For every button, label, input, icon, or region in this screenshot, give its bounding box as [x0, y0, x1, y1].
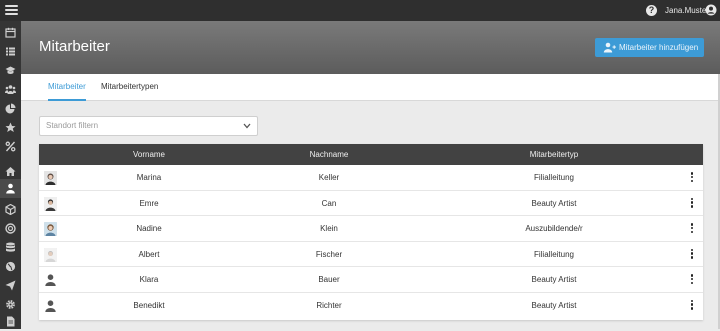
- sidebar-item-database[interactable]: [0, 238, 21, 257]
- add-user-icon: [603, 42, 616, 53]
- sidebar-item-calendar[interactable]: [0, 23, 21, 42]
- group-icon: [5, 85, 16, 94]
- sidebar-item-list[interactable]: [0, 42, 21, 61]
- employee-photo: [44, 222, 57, 236]
- table-row[interactable]: Benedikt Richter Beauty Artist: [39, 293, 703, 319]
- table-row[interactable]: Klara Bauer Beauty Artist: [39, 267, 703, 293]
- tab-bar: Mitarbeiter Mitarbeitertypen: [21, 74, 718, 101]
- database-icon: [6, 242, 15, 252]
- employee-type-cell: Filialleitung: [533, 249, 575, 259]
- cog-icon: [6, 300, 15, 309]
- tab-employees[interactable]: Mitarbeiter: [48, 74, 86, 101]
- globe-icon: [5, 261, 16, 272]
- location-filter-placeholder: Standort filtern: [46, 121, 99, 130]
- employee-type-cell: Filialleitung: [533, 173, 575, 182]
- location-filter-select[interactable]: Standort filtern: [39, 116, 258, 136]
- last-name-cell: Bauer: [318, 275, 340, 284]
- first-name-cell: Marina: [136, 173, 162, 182]
- employee-photo: [44, 171, 57, 185]
- first-name-cell: Klara: [139, 275, 159, 284]
- graduation-cap-icon: [5, 66, 16, 74]
- table-header: Vorname Nachname Mitarbeitertyp: [39, 144, 703, 165]
- last-name-cell: Can: [321, 198, 337, 208]
- sidebar-item-products[interactable]: [0, 200, 21, 219]
- sidebar-item-support[interactable]: [0, 219, 21, 238]
- first-name-cell: Nadine: [136, 224, 162, 233]
- sidebar-item-employees[interactable]: [0, 179, 21, 198]
- chevron-down-icon: [243, 123, 251, 129]
- sidebar-item-documents[interactable]: [0, 312, 21, 331]
- employee-type-cell: Beauty Artist: [531, 198, 577, 208]
- sidebar-item-discounts[interactable]: [0, 137, 21, 156]
- home-icon: [5, 167, 16, 176]
- sidebar: [0, 21, 21, 329]
- user-account-icon[interactable]: [705, 4, 717, 16]
- user-placeholder-icon: [45, 274, 56, 286]
- row-actions-menu-icon[interactable]: [690, 172, 694, 183]
- tab-employee-types[interactable]: Mitarbeitertypen: [101, 74, 158, 101]
- add-employee-label: Mitarbeiter hinzufügen: [619, 43, 699, 52]
- employee-type-cell: Beauty Artist: [531, 275, 577, 284]
- column-header-employee-type[interactable]: Mitarbeitertyp: [504, 144, 604, 165]
- first-name-cell: Emre: [139, 198, 159, 208]
- column-header-first-name[interactable]: Vorname: [99, 144, 199, 165]
- star-icon: [5, 122, 16, 132]
- last-name-cell: Fischer: [315, 249, 343, 259]
- sidebar-item-statistics[interactable]: [0, 99, 21, 118]
- user-placeholder-icon: [45, 299, 56, 312]
- row-actions-menu-icon[interactable]: [690, 223, 694, 234]
- employee-type-cell: Beauty Artist: [531, 300, 577, 310]
- sidebar-item-web[interactable]: [0, 257, 21, 276]
- employee-photo: [44, 196, 57, 211]
- sidebar-item-education[interactable]: [0, 61, 21, 80]
- employees-table: Vorname Nachname Mitarbeitertyp Marina K…: [39, 144, 703, 320]
- table-row[interactable]: Marina Keller Filialleitung: [39, 165, 703, 191]
- user-name[interactable]: Jana.Muster: [665, 5, 709, 16]
- percent-icon: [5, 141, 16, 152]
- sidebar-item-groups[interactable]: [0, 80, 21, 99]
- hamburger-menu-icon[interactable]: [5, 5, 18, 15]
- send-icon: [5, 280, 16, 291]
- last-name-cell: Richter: [316, 300, 342, 310]
- table-row[interactable]: Nadine Klein Auszubildende/r: [39, 216, 703, 242]
- row-actions-menu-icon[interactable]: [690, 197, 694, 209]
- top-bar: ? Jana.Muster: [0, 0, 720, 21]
- row-actions-menu-icon[interactable]: [690, 248, 694, 260]
- table-row[interactable]: Emre Can Beauty Artist: [39, 191, 703, 216]
- employee-type-cell: Auszubildende/r: [525, 224, 583, 233]
- help-icon[interactable]: ?: [646, 5, 657, 16]
- column-header-last-name[interactable]: Nachname: [279, 144, 379, 165]
- user-icon: [6, 183, 15, 194]
- cube-icon: [5, 204, 16, 215]
- pie-chart-icon: [5, 103, 16, 114]
- sidebar-item-messages[interactable]: [0, 276, 21, 295]
- document-icon: [7, 316, 15, 327]
- add-employee-button[interactable]: Mitarbeiter hinzufügen: [595, 38, 704, 57]
- row-actions-menu-icon[interactable]: [690, 299, 694, 311]
- sidebar-item-favorites[interactable]: [0, 118, 21, 137]
- last-name-cell: Klein: [320, 224, 338, 233]
- life-ring-icon: [5, 223, 16, 234]
- calendar-icon: [5, 27, 16, 38]
- row-actions-menu-icon[interactable]: [690, 274, 694, 285]
- list-icon: [6, 47, 15, 56]
- employee-photo: [44, 247, 57, 262]
- first-name-cell: Albert: [138, 249, 160, 259]
- page-header: Mitarbeiter Mitarbeiter hinzufügen: [21, 21, 720, 74]
- last-name-cell: Keller: [318, 173, 340, 182]
- first-name-cell: Benedikt: [133, 300, 165, 310]
- table-row[interactable]: Albert Fischer Filialleitung: [39, 242, 703, 267]
- page-title: Mitarbeiter: [39, 38, 110, 55]
